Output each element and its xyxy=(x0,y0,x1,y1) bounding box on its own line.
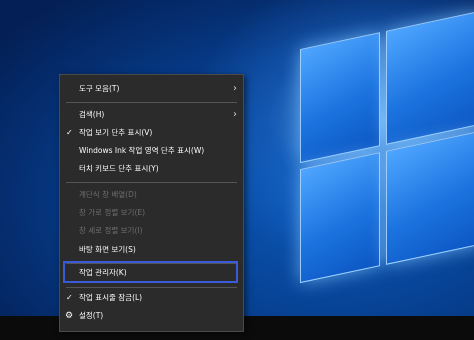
menu-item-label: 검색(H) xyxy=(79,110,105,119)
menu-separator xyxy=(66,102,237,103)
menu-item-toolbars[interactable]: 도구 모음(T) › xyxy=(60,79,243,99)
windows-logo xyxy=(300,10,474,299)
menu-item-label: 창 세로 정렬 보기(I) xyxy=(79,226,143,235)
menu-item-label: 작업 보기 단추 표시(V) xyxy=(79,128,153,137)
chevron-right-icon: › xyxy=(233,83,237,94)
menu-item-label: 도구 모음(T) xyxy=(79,84,120,93)
menu-item-show-touch-keyboard-button[interactable]: 터치 키보드 단추 표시(Y) xyxy=(60,159,243,179)
menu-item-show-desktop[interactable]: 바탕 화면 보기(S) xyxy=(60,240,243,260)
menu-item-show-windows-side-by-side: 창 세로 정렬 보기(I) xyxy=(60,221,243,241)
menu-item-show-task-view-button[interactable]: ✓ 작업 보기 단추 표시(V) xyxy=(60,123,243,143)
menu-item-search[interactable]: 검색(H) › xyxy=(60,105,243,125)
chevron-right-icon: › xyxy=(233,109,237,120)
menu-item-label: 계단식 창 배열(D) xyxy=(79,190,137,199)
checkmark-icon: ✓ xyxy=(66,293,73,302)
menu-item-label: 작업 표시줄 잠금(L) xyxy=(79,293,143,302)
menu-item-label: 설정(T) xyxy=(79,311,104,320)
menu-item-label: 창 가로 정렬 보기(E) xyxy=(79,208,146,217)
task-manager-highlight-box xyxy=(63,261,238,283)
menu-item-lock-taskbar[interactable]: ✓ 작업 표시줄 잠금(L) xyxy=(60,288,243,308)
menu-item-show-windows-stacked: 창 가로 정렬 보기(E) xyxy=(60,203,243,223)
gear-icon: ⚙ xyxy=(65,311,74,321)
menu-item-label: 터치 키보드 단추 표시(Y) xyxy=(79,164,159,173)
menu-separator xyxy=(66,182,237,183)
menu-item-label: Windows Ink 작업 영역 단추 표시(W) xyxy=(79,146,205,155)
checkmark-icon: ✓ xyxy=(66,128,73,137)
menu-item-label: 바탕 화면 보기(S) xyxy=(79,245,136,254)
taskbar-context-menu: 도구 모음(T) › 검색(H) › ✓ 작업 보기 단추 표시(V) Wind… xyxy=(59,74,244,332)
menu-item-show-windows-ink-button[interactable]: Windows Ink 작업 영역 단추 표시(W) xyxy=(60,141,243,161)
menu-item-cascade-windows: 계단식 창 배열(D) xyxy=(60,185,243,205)
menu-item-settings[interactable]: ⚙ 설정(T) xyxy=(60,306,243,326)
